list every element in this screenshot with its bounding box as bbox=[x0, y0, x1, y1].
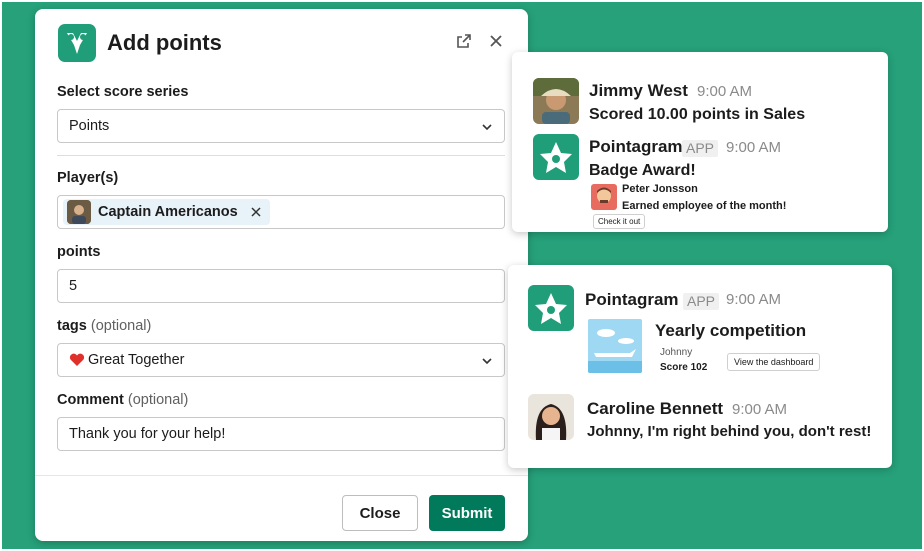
pointagram-logo-icon bbox=[528, 285, 574, 331]
series-label: Select score series bbox=[57, 84, 189, 100]
tags-label: tags (optional) bbox=[57, 318, 151, 334]
message-text: Johnny, I'm right behind you, don't rest… bbox=[587, 423, 872, 440]
sender-name[interactable]: Jimmy West bbox=[589, 81, 688, 101]
comment-value: Thank you for your help! bbox=[69, 426, 226, 442]
competition-title: Yearly competition bbox=[655, 321, 807, 340]
series-value: Points bbox=[69, 118, 110, 134]
external-link-icon[interactable] bbox=[455, 32, 473, 50]
timestamp: 9:00 AM bbox=[726, 291, 782, 308]
tags-select[interactable]: Great Together bbox=[57, 343, 505, 377]
comment-label: Comment (optional) bbox=[57, 392, 188, 408]
comment-optional-text: (optional) bbox=[127, 392, 189, 408]
comment-input[interactable]: Thank you for your help! bbox=[57, 417, 505, 451]
view-dashboard-button[interactable]: View the dashboard bbox=[727, 353, 821, 371]
competition-score: Score 102 bbox=[660, 362, 708, 373]
message-card-bottom: Pointagram APP 9:00 AM Yearly competitio… bbox=[508, 265, 892, 468]
timestamp: 9:00 AM bbox=[726, 139, 782, 156]
chevron-down-icon bbox=[482, 358, 492, 365]
avatar bbox=[67, 200, 91, 224]
points-input[interactable]: 5 bbox=[57, 269, 505, 303]
timestamp: 9:00 AM bbox=[732, 401, 788, 418]
footer-divider bbox=[35, 475, 528, 476]
app-badge: APP bbox=[682, 140, 719, 157]
close-button[interactable]: Close bbox=[342, 495, 418, 531]
badge-recipient-name: Peter Jonsson bbox=[622, 183, 698, 195]
player-chip: Captain Americanos bbox=[63, 199, 270, 225]
player-chip-name: Captain Americanos bbox=[98, 204, 238, 220]
comment-label-text: Comment bbox=[57, 392, 124, 408]
chevron-down-icon bbox=[482, 124, 492, 131]
pointagram-logo-icon bbox=[58, 24, 96, 62]
players-label: Player(s) bbox=[57, 170, 119, 186]
competition-player: Johnny bbox=[660, 347, 693, 358]
message-card-top: Jimmy West 9:00 AM Scored 10.00 points i… bbox=[512, 52, 888, 232]
remove-player-icon[interactable] bbox=[250, 206, 262, 218]
message-text: Scored 10.00 points in Sales bbox=[589, 106, 806, 123]
close-icon[interactable] bbox=[487, 32, 505, 50]
points-label: points bbox=[57, 244, 101, 260]
modal-header: Add points bbox=[35, 9, 528, 75]
sender-name[interactable]: Caroline Bennett bbox=[587, 399, 723, 419]
message-text: Badge Award! bbox=[589, 162, 696, 179]
sender-name[interactable]: Pointagram bbox=[589, 137, 683, 157]
tags-optional-text: (optional) bbox=[90, 318, 152, 334]
avatar bbox=[528, 394, 574, 440]
sender-name[interactable]: Pointagram bbox=[585, 290, 679, 310]
avatar bbox=[533, 78, 579, 124]
avatar bbox=[591, 184, 617, 210]
players-select[interactable]: Captain Americanos bbox=[57, 195, 505, 229]
submit-button[interactable]: Submit bbox=[429, 495, 505, 531]
series-select[interactable]: Points bbox=[57, 109, 505, 143]
badge-description: Earned employee of the month! bbox=[622, 200, 787, 212]
timestamp: 9:00 AM bbox=[697, 83, 753, 100]
check-it-out-button[interactable]: Check it out bbox=[593, 214, 646, 229]
divider bbox=[57, 155, 505, 156]
pointagram-logo-icon bbox=[533, 134, 579, 180]
modal-title: Add points bbox=[107, 30, 222, 55]
tags-value: Great Together bbox=[88, 352, 185, 368]
heart-icon bbox=[69, 353, 85, 366]
add-points-modal: Add points Select score series Points Pl… bbox=[35, 9, 528, 541]
competition-image bbox=[588, 319, 642, 373]
app-badge: APP bbox=[683, 293, 720, 310]
tags-label-text: tags bbox=[57, 318, 87, 334]
points-value: 5 bbox=[69, 278, 78, 294]
